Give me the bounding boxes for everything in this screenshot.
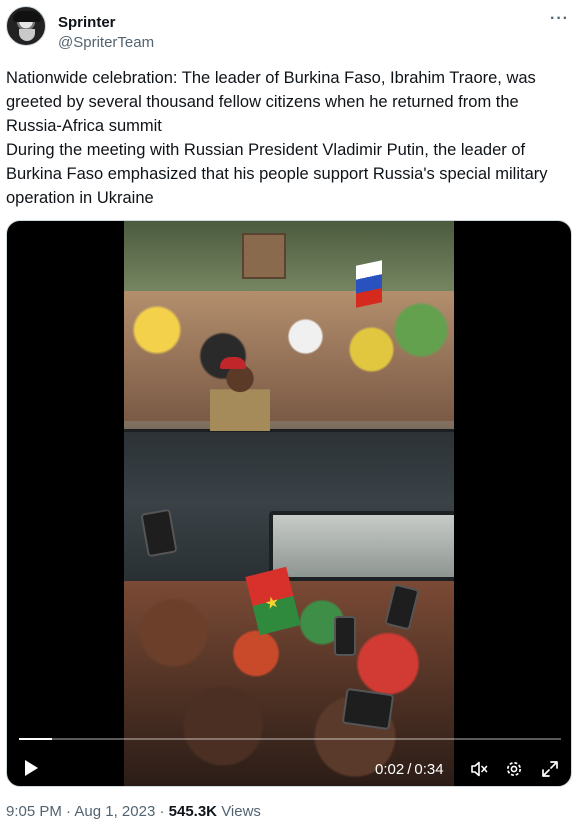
video-scene-russian-flag: [356, 260, 382, 308]
video-scene-trees: [124, 221, 454, 301]
video-controls: 0:02/0:34: [7, 728, 571, 786]
settings-gear-icon[interactable]: [504, 759, 524, 779]
views-count[interactable]: 545.3K: [169, 803, 217, 820]
tweet-card: Sprinter @SpriterTeam ··· Nationwide cel…: [0, 0, 587, 833]
author-display-name[interactable]: Sprinter: [58, 14, 116, 31]
video-progress-fill: [19, 738, 52, 740]
video-scene-phone: [334, 616, 356, 656]
video-progress-bar[interactable]: [19, 738, 561, 740]
video-scene-red-beret: [220, 357, 246, 369]
tweet-meta: 9:05 PM · Aug 1, 2023 · 545.3K Views: [6, 803, 261, 820]
video-scene-building: [242, 233, 286, 279]
video-scene-leader: [210, 361, 270, 431]
tweet-date[interactable]: Aug 1, 2023: [74, 803, 155, 820]
tweet-header: Sprinter @SpriterTeam ···: [6, 6, 577, 51]
video-scene-vehicle-window: [269, 511, 454, 581]
tweet-paragraph-1: Nationwide celebration: The leader of Bu…: [6, 69, 536, 135]
tweet-paragraph-2: During the meeting with Russian Presiden…: [6, 141, 548, 207]
play-icon[interactable]: [21, 758, 41, 778]
avatar[interactable]: [6, 6, 46, 46]
mute-icon[interactable]: [469, 759, 489, 779]
tweet-time[interactable]: 9:05 PM: [6, 803, 62, 820]
fullscreen-icon[interactable]: [540, 759, 560, 779]
video-time-separator: /: [407, 761, 412, 778]
video-scene-crowd-top: [124, 291, 454, 421]
video-current-time: 0:02: [375, 761, 405, 778]
avatar-hat: [13, 11, 41, 22]
video-frame[interactable]: ★: [124, 221, 454, 786]
video-time: 0:02/0:34: [375, 761, 444, 778]
meta-separator: ·: [66, 803, 72, 820]
video-duration: 0:34: [414, 761, 444, 778]
avatar-beard: [19, 29, 35, 41]
views-label: Views: [221, 803, 261, 820]
meta-separator: ·: [159, 803, 165, 820]
tweet-text: Nationwide celebration: The leader of Bu…: [6, 66, 574, 210]
video-player[interactable]: ★ 0:02/0:34: [6, 220, 572, 787]
video-scene-phone: [341, 687, 395, 731]
author-handle[interactable]: @SpriterTeam: [58, 34, 154, 51]
more-options-icon[interactable]: ···: [550, 10, 569, 28]
